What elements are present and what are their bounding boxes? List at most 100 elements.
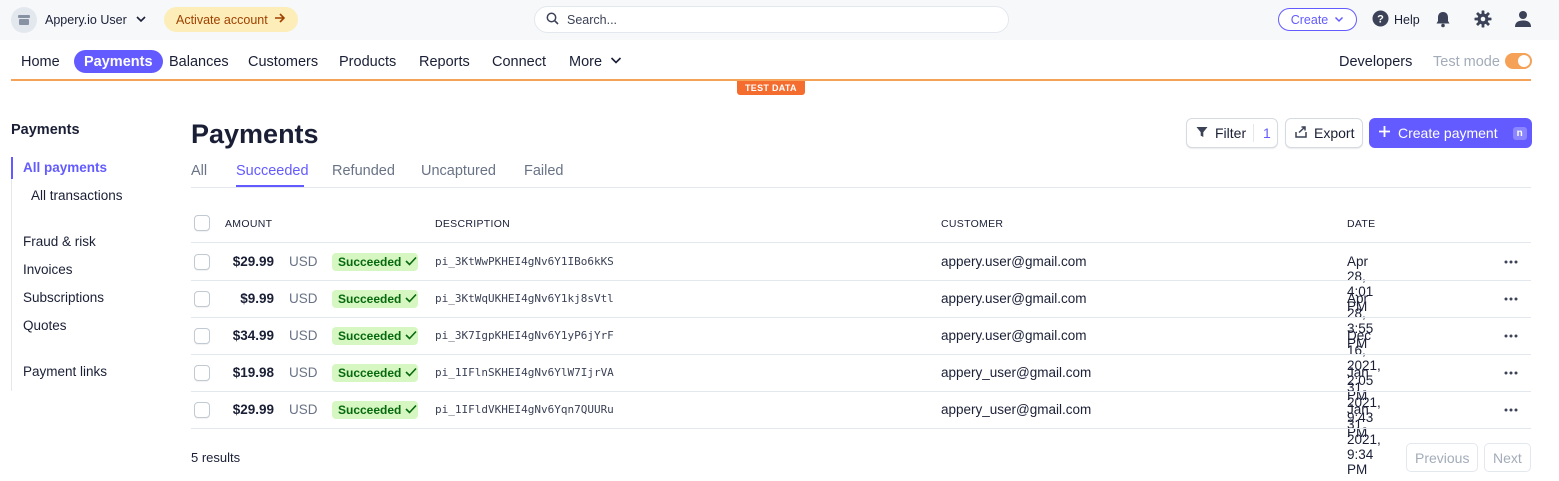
date-cell: Jan 31, 2021, 9:34 PM <box>1347 401 1381 477</box>
test-mode-label: Test mode <box>1433 53 1500 70</box>
search-box[interactable] <box>534 6 1009 33</box>
nav-payments[interactable]: Payments <box>74 50 163 73</box>
export-icon <box>1295 125 1307 141</box>
sidebar-item-invoices[interactable]: Invoices <box>23 262 73 277</box>
tabs-divider <box>191 187 1531 188</box>
plus-icon <box>1378 125 1391 141</box>
sidebar-item-all-payments[interactable]: All payments <box>23 160 107 175</box>
chevron-down-icon <box>1334 13 1344 27</box>
account-switcher[interactable]: Appery.io User <box>11 7 147 33</box>
nav-balances[interactable]: Balances <box>169 50 229 73</box>
customer-cell[interactable]: appery.user@gmail.com <box>941 254 1087 269</box>
bell-icon[interactable] <box>1433 9 1453 29</box>
user-icon[interactable] <box>1513 9 1533 29</box>
description-cell: pi_1IFldVKHEI4gNv6Yqn7QUURu <box>435 402 614 416</box>
more-actions-icon[interactable] <box>1501 255 1521 269</box>
nav-customers[interactable]: Customers <box>248 50 318 73</box>
activate-account-button[interactable]: Activate account <box>164 7 298 32</box>
sidebar-item-quotes[interactable]: Quotes <box>23 318 67 333</box>
main-nav: Home Payments Balances Customers Product… <box>0 41 1559 81</box>
filter-count: 1 <box>1263 125 1271 141</box>
sidebar-item-all-transactions[interactable]: All transactions <box>31 188 123 203</box>
row-divider <box>191 317 1531 318</box>
results-count: 5 results <box>191 450 241 465</box>
sidebar-title: Payments <box>11 122 80 138</box>
status-label: Succeeded <box>338 254 402 269</box>
status-badge: Succeeded <box>332 252 418 271</box>
nav-developers[interactable]: Developers <box>1339 50 1412 73</box>
description-cell: pi_3K7IgpKHEI4gNv6Y1yP6jYrF <box>435 328 614 342</box>
more-actions-icon[interactable] <box>1501 403 1521 417</box>
customer-cell[interactable]: appery.user@gmail.com <box>941 328 1087 343</box>
currency-cell: USD <box>289 401 318 417</box>
nav-more[interactable]: More <box>569 50 622 73</box>
sidebar-item-fraud-risk[interactable]: Fraud & risk <box>23 234 96 249</box>
currency-cell: USD <box>289 364 318 380</box>
row-divider <box>191 354 1531 355</box>
more-actions-icon[interactable] <box>1501 292 1521 306</box>
column-header-amount[interactable]: AMOUNT <box>225 218 272 230</box>
create-payment-button[interactable]: Create payment n <box>1369 118 1532 148</box>
chevron-down-icon <box>610 54 622 70</box>
nav-home[interactable]: Home <box>21 50 60 73</box>
chevron-down-icon <box>135 12 147 28</box>
more-actions-icon[interactable] <box>1501 366 1521 380</box>
status-badge: Succeeded <box>332 289 418 308</box>
status-label: Succeeded <box>338 291 402 306</box>
filter-button[interactable]: Filter 1 <box>1186 118 1278 148</box>
more-actions-icon[interactable] <box>1501 329 1521 343</box>
help-label: Help <box>1394 13 1420 27</box>
checkmark-icon <box>405 403 417 417</box>
column-header-description[interactable]: DESCRIPTION <box>435 218 510 230</box>
previous-button[interactable]: Previous <box>1406 443 1479 472</box>
tab-refunded[interactable]: Refunded <box>332 163 395 179</box>
column-header-date[interactable]: DATE <box>1347 218 1375 230</box>
amount-cell: $34.99 <box>232 327 274 343</box>
sidebar-active-indicator <box>11 157 13 179</box>
nav-more-label: More <box>569 53 603 70</box>
status-badge: Succeeded <box>332 363 418 382</box>
create-button[interactable]: Create <box>1278 8 1357 31</box>
activate-account-label: Activate account <box>176 12 268 27</box>
status-badge: Succeeded <box>332 400 418 419</box>
search-input[interactable] <box>567 12 967 27</box>
row-divider <box>191 242 1531 243</box>
nav-connect[interactable]: Connect <box>492 50 546 73</box>
checkmark-icon <box>405 366 417 380</box>
currency-cell: USD <box>289 327 318 343</box>
test-mode-toggle[interactable] <box>1505 53 1532 69</box>
export-button[interactable]: Export <box>1285 118 1363 148</box>
tab-uncaptured[interactable]: Uncaptured <box>421 163 496 179</box>
currency-cell: USD <box>289 253 318 269</box>
tab-succeeded[interactable]: Succeeded <box>236 163 309 179</box>
customer-cell[interactable]: appery_user@gmail.com <box>941 402 1091 417</box>
filter-divider <box>1253 124 1254 142</box>
amount-cell: $19.98 <box>232 364 274 380</box>
currency-cell: USD <box>289 290 318 306</box>
sidebar-item-payment-links[interactable]: Payment links <box>23 364 107 379</box>
select-all-checkbox[interactable] <box>194 215 210 231</box>
next-button[interactable]: Next <box>1484 443 1531 472</box>
checkmark-icon <box>405 292 417 306</box>
top-bar: Appery.io User Activate account Create ?… <box>0 0 1559 40</box>
amount-cell: $29.99 <box>232 253 274 269</box>
status-badge: Succeeded <box>332 326 418 345</box>
nav-reports[interactable]: Reports <box>419 50 470 73</box>
customer-cell[interactable]: appery_user@gmail.com <box>941 365 1091 380</box>
row-divider <box>191 280 1531 281</box>
gear-icon[interactable] <box>1473 9 1493 29</box>
nav-products[interactable]: Products <box>339 50 396 73</box>
tab-all[interactable]: All <box>191 163 207 179</box>
checkmark-icon <box>405 255 417 269</box>
test-data-banner: TEST DATA <box>737 81 805 95</box>
help-button[interactable]: ? Help <box>1372 10 1420 30</box>
sidebar-item-subscriptions[interactable]: Subscriptions <box>23 290 104 305</box>
keyboard-shortcut-badge: n <box>1512 126 1527 140</box>
row-divider <box>191 428 1531 429</box>
create-payment-label: Create payment <box>1398 125 1498 141</box>
account-name: Appery.io User <box>45 13 127 27</box>
column-header-customer[interactable]: CUSTOMER <box>941 218 1003 230</box>
tab-failed[interactable]: Failed <box>524 163 564 179</box>
status-label: Succeeded <box>338 328 402 343</box>
customer-cell[interactable]: appery.user@gmail.com <box>941 291 1087 306</box>
